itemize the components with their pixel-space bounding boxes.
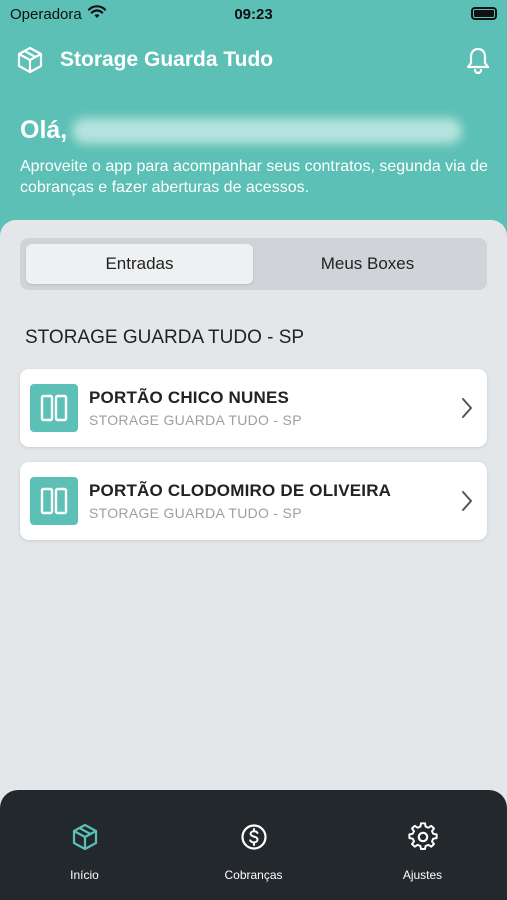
tab-entradas[interactable]: Entradas <box>26 244 253 284</box>
greeting-message: Aproveite o app para acompanhar seus con… <box>20 158 488 196</box>
chevron-right-icon <box>462 491 472 511</box>
gate-icon <box>30 384 78 432</box>
tab-label: Ajustes <box>402 868 443 882</box>
status-bar: Operadora 09:23 <box>0 0 507 28</box>
tab-inicio[interactable]: Início <box>0 790 169 900</box>
gate-subtitle: STORAGE GUARDA TUDO - SP <box>89 505 302 521</box>
section-title: STORAGE GUARDA TUDO - SP <box>25 327 305 348</box>
tab-ajustes[interactable]: Ajustes <box>338 790 507 900</box>
tab-label: Cobranças <box>224 868 283 882</box>
status-time: 09:23 <box>234 6 273 23</box>
main-content: Entradas Meus Boxes STORAGE GUARDA TUDO … <box>0 220 507 820</box>
app-bar: Storage Guarda Tudo <box>0 40 507 84</box>
gear-icon <box>408 822 438 850</box>
box-icon <box>72 823 98 851</box>
box-icon <box>17 46 43 74</box>
gate-title: PORTÃO CLODOMIRO DE OLIVEIRA <box>89 481 392 500</box>
battery-icon <box>471 7 497 20</box>
bell-icon[interactable] <box>465 46 491 74</box>
user-name-redacted <box>72 118 462 144</box>
gate-card[interactable]: PORTÃO CLODOMIRO DE OLIVEIRA STORAGE GUA… <box>20 462 487 540</box>
dollar-circle-icon <box>241 824 267 850</box>
gate-icon <box>30 477 78 525</box>
gate-title: PORTÃO CHICO NUNES <box>89 388 290 407</box>
bottom-tab-bar: Início Cobranças Ajustes <box>0 790 507 900</box>
segmented-control: Entradas Meus Boxes <box>20 238 487 290</box>
gate-subtitle: STORAGE GUARDA TUDO - SP <box>89 412 302 428</box>
tab-cobrancas[interactable]: Cobranças <box>169 790 338 900</box>
gate-card[interactable]: PORTÃO CHICO NUNES STORAGE GUARDA TUDO -… <box>20 369 487 447</box>
tab-label: Início <box>70 868 99 882</box>
greeting-hello: Olá, <box>20 116 68 144</box>
tab-meus-boxes[interactable]: Meus Boxes <box>254 244 481 284</box>
app-title: Storage Guarda Tudo <box>60 48 274 71</box>
chevron-right-icon <box>462 398 472 418</box>
header: Operadora 09:23 Storage Guarda Tudo Olá,… <box>0 0 507 250</box>
